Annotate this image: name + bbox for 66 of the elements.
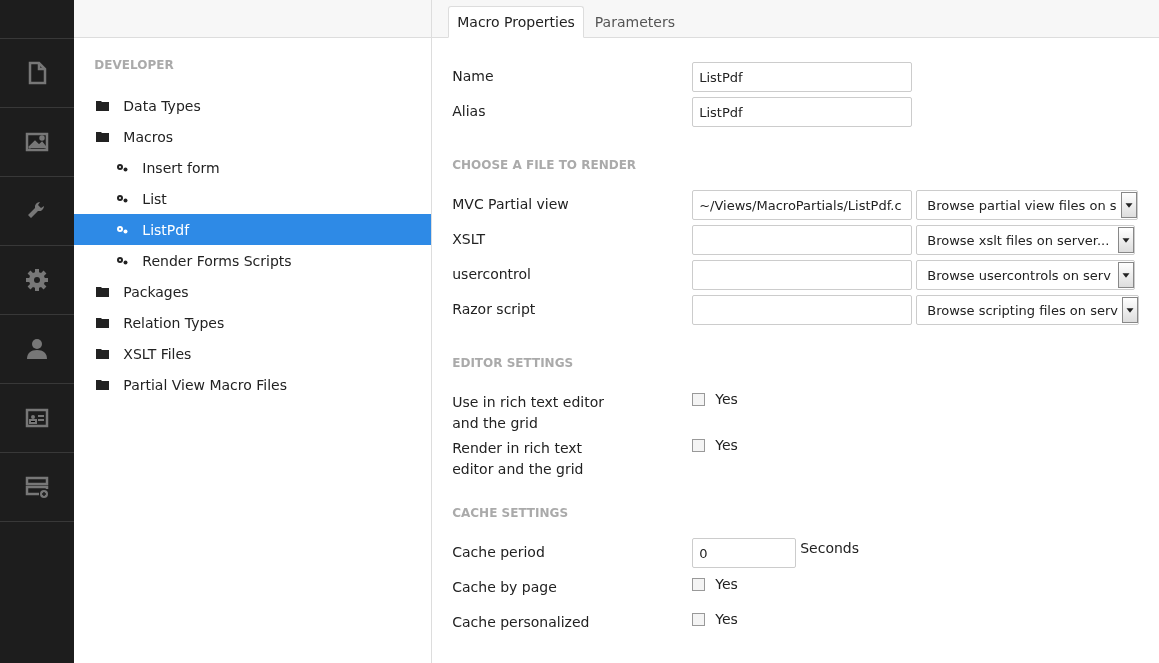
input-field[interactable]: ListPdf bbox=[692, 97, 913, 127]
section-heading: EDITOR SETTINGS bbox=[452, 356, 575, 370]
field-label: Razor script bbox=[452, 300, 536, 319]
gears-icon bbox=[116, 163, 129, 172]
id-card-icon[interactable] bbox=[25, 406, 50, 430]
caret-icon bbox=[1122, 297, 1138, 323]
section-heading: CHOOSE A FILE TO RENDER bbox=[452, 158, 638, 172]
folder-icon bbox=[96, 286, 110, 297]
checkbox[interactable] bbox=[692, 612, 706, 626]
add-row-icon[interactable] bbox=[25, 475, 50, 499]
browse-dropdown[interactable]: Browse xslt files on server... bbox=[916, 225, 1136, 255]
input-field[interactable] bbox=[692, 295, 913, 325]
field-label: Cache period bbox=[452, 543, 545, 562]
tree-item[interactable]: ListPdf bbox=[74, 214, 432, 245]
checkbox[interactable] bbox=[692, 438, 706, 452]
browse-dropdown[interactable]: Browse scripting files on serv bbox=[916, 295, 1139, 325]
tree-item[interactable]: Macros bbox=[74, 121, 432, 152]
settings-icon[interactable] bbox=[25, 268, 50, 292]
folder-icon bbox=[96, 379, 110, 390]
checkbox-label: Yes bbox=[715, 391, 738, 407]
tree-item[interactable]: Packages bbox=[74, 276, 432, 307]
tab[interactable]: Parameters bbox=[585, 6, 684, 38]
checkbox-label: Yes bbox=[715, 611, 738, 627]
field-label: MVC Partial view bbox=[452, 195, 569, 214]
field-label: Use in rich text editor and the grid bbox=[452, 393, 605, 433]
tree-item[interactable]: List bbox=[74, 183, 432, 214]
field-label: Cache by page bbox=[452, 578, 557, 597]
folder-icon bbox=[96, 100, 110, 111]
tree-item[interactable]: Data Types bbox=[74, 90, 432, 121]
number-field[interactable]: 0 bbox=[692, 538, 797, 568]
folder-icon bbox=[96, 317, 110, 328]
unit-label: Seconds bbox=[799, 539, 860, 556]
checkbox[interactable] bbox=[692, 577, 706, 591]
tree-item[interactable]: XSLT Files bbox=[74, 338, 432, 369]
browse-dropdown[interactable]: Browse partial view files on s bbox=[916, 190, 1138, 220]
field-label: Render in rich text editor and the grid bbox=[452, 439, 585, 479]
user-icon[interactable] bbox=[25, 337, 50, 361]
gears-icon bbox=[116, 225, 129, 234]
gears-icon bbox=[116, 194, 129, 203]
image-icon[interactable] bbox=[25, 130, 50, 154]
field-label: XSLT bbox=[452, 230, 486, 249]
field-label: Alias bbox=[452, 102, 486, 121]
folder-icon bbox=[96, 131, 110, 142]
tree-item[interactable]: Insert form bbox=[74, 152, 432, 183]
caret-icon bbox=[1118, 227, 1135, 253]
tree-item[interactable]: Partial View Macro Files bbox=[74, 369, 432, 400]
input-field[interactable] bbox=[692, 260, 913, 290]
input-field[interactable] bbox=[692, 225, 913, 255]
gears-icon bbox=[116, 256, 129, 265]
tree-item[interactable]: Render Forms Scripts bbox=[74, 245, 432, 276]
checkbox-label: Yes bbox=[715, 576, 738, 592]
section-heading: CACHE SETTINGS bbox=[452, 506, 570, 520]
field-label: Name bbox=[452, 67, 494, 86]
input-field[interactable]: ~/Views/MacroPartials/ListPdf.c bbox=[692, 190, 913, 220]
tree-item[interactable]: Relation Types bbox=[74, 307, 432, 338]
input-field[interactable]: ListPdf bbox=[692, 62, 913, 92]
caret-icon bbox=[1120, 192, 1137, 218]
folder-icon bbox=[96, 348, 110, 359]
caret-icon bbox=[1118, 262, 1135, 288]
field-label: usercontrol bbox=[452, 265, 531, 284]
field-label: Cache personalized bbox=[452, 613, 590, 632]
checkbox-label: Yes bbox=[715, 437, 738, 453]
browse-dropdown[interactable]: Browse usercontrols on serv bbox=[916, 260, 1136, 290]
tree-heading: DEVELOPER bbox=[93, 57, 175, 74]
tab[interactable]: Macro Properties bbox=[448, 6, 584, 38]
checkbox[interactable] bbox=[692, 392, 706, 406]
